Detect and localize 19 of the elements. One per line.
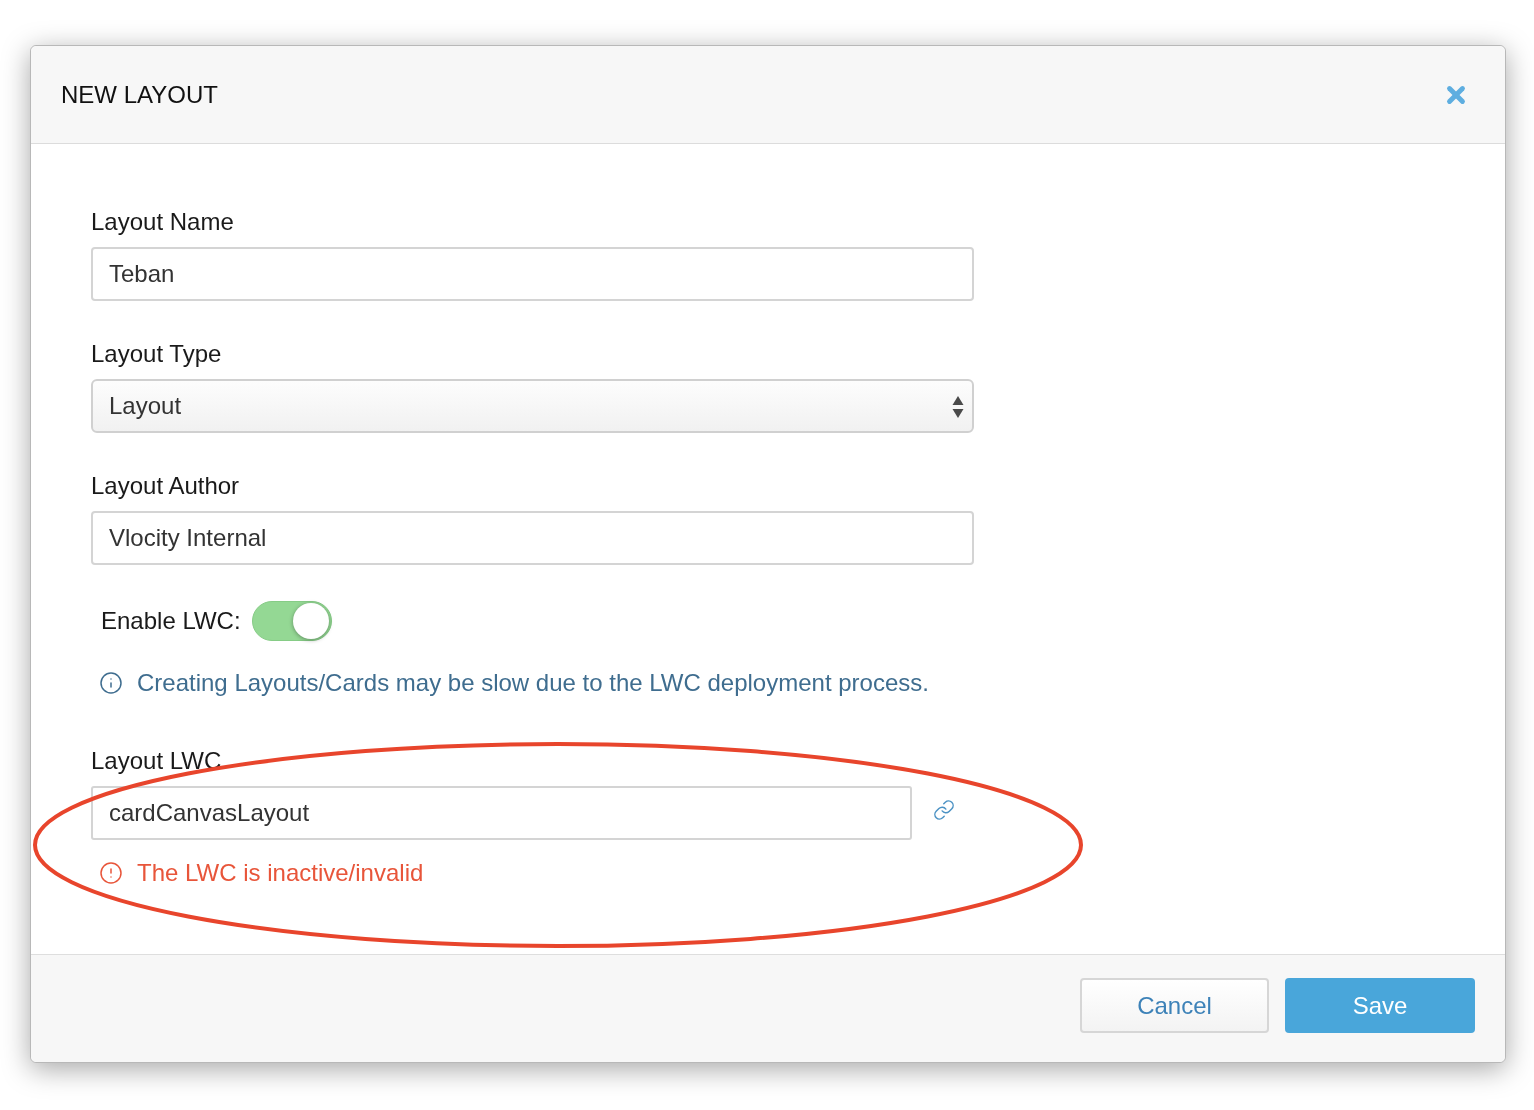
- cancel-button[interactable]: Cancel: [1080, 978, 1269, 1033]
- text-field[interactable]: cardCanvasLayout: [91, 786, 912, 840]
- toggle-label: Enable LWC:: [101, 606, 241, 636]
- toggle-switch[interactable]: [251, 601, 332, 641]
- dialog-title: NEW LAYOUT: [61, 79, 218, 110]
- info-message: Creating Layouts/Cards may be slow due to the LWC deployment process.: [137, 668, 929, 698]
- field-label: Layout Author: [91, 471, 240, 501]
- field-label: Layout Name: [91, 207, 234, 237]
- info-icon: [99, 671, 123, 695]
- field-label: Layout LWC: [91, 746, 222, 776]
- link-icon: [933, 799, 955, 821]
- field-label: Layout Type: [91, 339, 222, 369]
- error-icon: [99, 861, 123, 885]
- error-message: The LWC is inactive/invalid: [137, 858, 424, 888]
- link-button[interactable]: [932, 798, 956, 822]
- select-dropdown[interactable]: Layout: [91, 379, 974, 433]
- up-down-arrows-icon: [952, 395, 964, 419]
- text-field[interactable]: Vlocity Internal: [91, 511, 974, 565]
- text-field[interactable]: Teban: [91, 247, 974, 301]
